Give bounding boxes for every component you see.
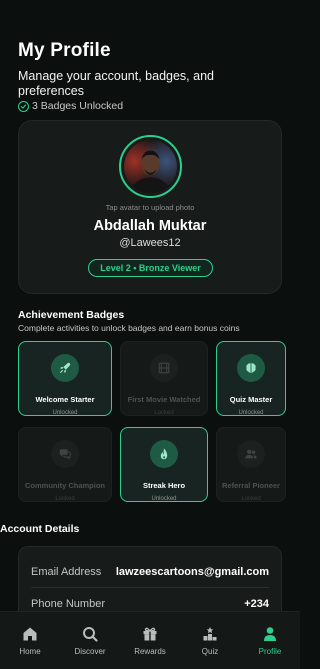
- flame-icon: [150, 440, 178, 468]
- badge-welcome-starter[interactable]: Welcome Starter Unlocked: [18, 341, 112, 416]
- chat-icon: [51, 440, 79, 468]
- quiz-icon: [201, 625, 219, 643]
- badge-first-movie-watched[interactable]: First Movie Watched Locked: [120, 341, 208, 416]
- badge-status: Unlocked: [238, 410, 264, 416]
- badge-name: Referral Pioneer: [222, 481, 280, 490]
- profile-screen: My Profile Manage your account, badges, …: [0, 0, 300, 669]
- account-details-title: Account Details: [0, 523, 80, 535]
- nav-label: Discover: [74, 647, 106, 656]
- nav-label: Home: [19, 647, 41, 656]
- phone-value: +234: [244, 598, 269, 610]
- home-icon: [21, 625, 39, 643]
- badge-referral-pioneer[interactable]: Referral Pioneer Locked: [216, 427, 286, 502]
- badge-status: Unlocked: [52, 410, 78, 416]
- badge-status: Locked: [154, 410, 174, 416]
- level-badge: Level 2 • Bronze Viewer: [88, 259, 213, 277]
- bottom-nav: Home Discover Rewards Quiz Profile: [0, 611, 300, 669]
- film-icon: [150, 354, 178, 382]
- avatar[interactable]: [119, 135, 182, 198]
- nav-profile[interactable]: Profile: [240, 612, 300, 669]
- header: My Profile Manage your account, badges, …: [18, 40, 290, 112]
- nav-label: Profile: [258, 647, 282, 656]
- profile-icon: [261, 625, 279, 643]
- badge-name: First Movie Watched: [127, 395, 201, 404]
- nav-home[interactable]: Home: [0, 612, 60, 669]
- user-name: Abdallah Muktar: [93, 218, 207, 234]
- profile-card: Tap avatar to upload photo Abdallah Mukt…: [18, 120, 282, 294]
- badge-community-champion[interactable]: Community Champion Locked: [18, 427, 112, 502]
- upload-hint: Tap avatar to upload photo: [105, 203, 195, 212]
- email-row[interactable]: Email Address lawzeescartoons@gmail.com: [31, 566, 269, 578]
- search-icon: [81, 625, 99, 643]
- users-icon: [237, 440, 265, 468]
- badge-status: Unlocked: [151, 496, 177, 502]
- user-handle: @Lawees12: [119, 237, 181, 249]
- badge-status: Locked: [241, 496, 261, 502]
- badges-unlocked-text: 3 Badges Unlocked: [32, 100, 124, 112]
- badge-name: Community Champion: [25, 481, 105, 490]
- badge-name: Welcome Starter: [35, 395, 95, 404]
- badge-status: Locked: [55, 496, 75, 502]
- gift-icon: [141, 625, 159, 643]
- nav-quiz[interactable]: Quiz: [180, 612, 240, 669]
- achievements-subtitle: Complete activities to unlock badges and…: [18, 323, 240, 333]
- phone-label: Phone Number: [31, 598, 105, 610]
- badges-unlocked-status: 3 Badges Unlocked: [18, 100, 290, 112]
- phone-row[interactable]: Phone Number +234: [31, 598, 269, 610]
- badge-name: Quiz Master: [229, 395, 273, 404]
- nav-label: Quiz: [201, 647, 219, 656]
- nav-rewards[interactable]: Rewards: [120, 612, 180, 669]
- email-value: lawzeescartoons@gmail.com: [115, 566, 269, 578]
- email-label: Email Address: [31, 566, 102, 578]
- badge-name: Streak Hero: [142, 481, 186, 490]
- badge-streak-hero[interactable]: Streak Hero Unlocked: [120, 427, 208, 502]
- avatar-photo: [124, 140, 177, 193]
- brain-icon: [237, 354, 265, 382]
- nav-label: Rewards: [134, 647, 166, 656]
- rocket-icon: [51, 354, 79, 382]
- achievements-title: Achievement Badges: [18, 309, 125, 321]
- page-title: My Profile: [18, 40, 111, 61]
- badge-quiz-master[interactable]: Quiz Master Unlocked: [216, 341, 286, 416]
- nav-discover[interactable]: Discover: [60, 612, 120, 669]
- page-subtitle: Manage your account, badges, and prefere…: [18, 69, 214, 98]
- check-circle-icon: [18, 100, 29, 112]
- divider: [31, 587, 269, 588]
